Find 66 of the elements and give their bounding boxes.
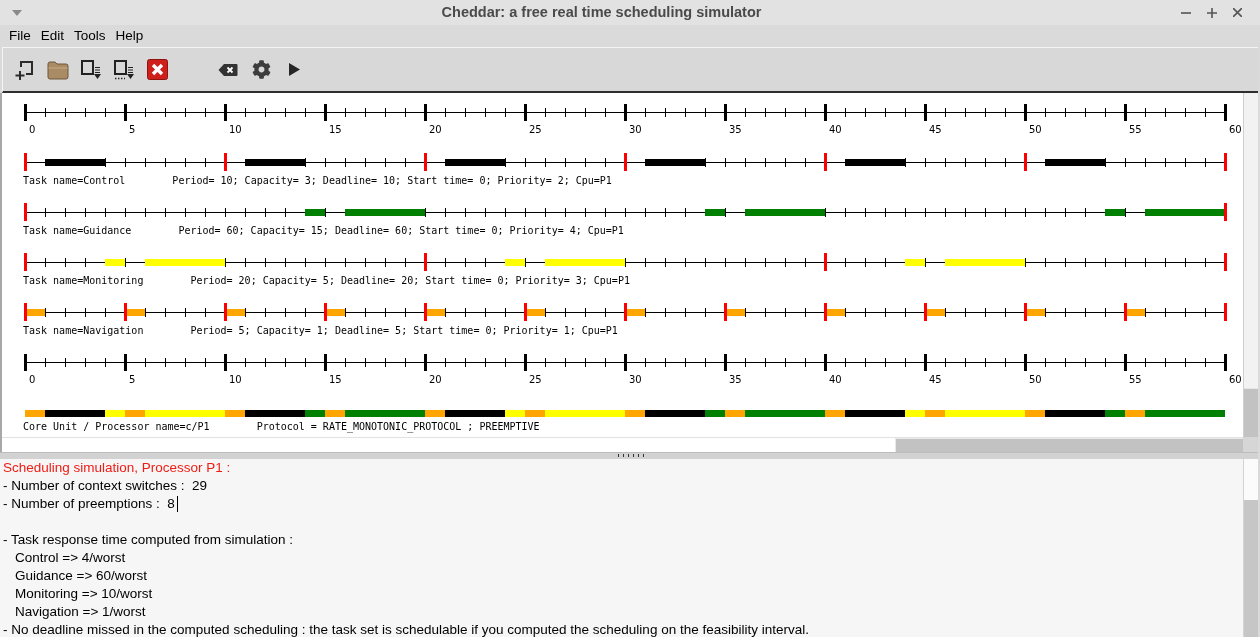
axis-tick-label: 20: [429, 374, 442, 385]
task-name: Task name=Navigation: [23, 325, 144, 337]
play-icon: [288, 63, 300, 76]
axis-tick-label: 5: [129, 374, 136, 385]
axis-tick-label: 25: [529, 374, 542, 385]
task-name: Task name=Guidance: [23, 225, 132, 237]
scrollbar-thumb[interactable]: [1244, 500, 1258, 637]
axis-tick-label: 60: [1229, 374, 1242, 385]
task-parameters: Period= 60; Capacity= 15; Deadline= 60; Start time= 0; Priority= 4; Cpu=P1: [178, 225, 624, 237]
output-text-line: - Number of preemptions : 8: [3, 495, 175, 513]
minimize-icon[interactable]: [1181, 11, 1191, 14]
scrollbar-thumb[interactable]: [1244, 388, 1258, 437]
output-text-line: - No deadline missed in the computed scheduling : the task set is schedulable if you computed the scheduling on the feasibility interval.: [3, 621, 809, 637]
axis-tick-label: 50: [1029, 124, 1042, 135]
axis-tick-label: 15: [329, 124, 342, 135]
axis-tick-label: 25: [529, 124, 542, 135]
menu-item[interactable]: Help: [110, 26, 149, 46]
new-document-icon: [15, 58, 35, 81]
axis-tick-label: 55: [1129, 124, 1142, 135]
menu-item[interactable]: Tools: [69, 26, 111, 46]
task-name: Task name=Monitoring: [23, 275, 144, 287]
axis-tick-label: 45: [929, 374, 942, 385]
task-parameters: Period= 10; Capacity= 3; Deadline= 10; Start time= 0; Priority= 2; Cpu=P1: [172, 175, 612, 187]
axis-tick-label: 30: [629, 374, 642, 385]
menu-item[interactable]: Edit: [35, 26, 70, 46]
axis-tick-label: 10: [229, 374, 242, 385]
box-dotted-arrow-icon: [113, 58, 135, 81]
settings-icon: [251, 60, 271, 79]
axis-tick-label: 45: [929, 124, 942, 135]
processor-name: Core Unit / Processor name=c/P1: [23, 421, 210, 433]
task-name: Task name=Control: [23, 175, 126, 187]
grip-icon: [617, 454, 647, 458]
protocol-label: Protocol = RATE_MONOTONIC_PROTOCOL ; PREEMPTIVE: [256, 421, 540, 433]
output-text-line: Navigation => 1/worst: [15, 603, 146, 621]
axis-tick-label: 40: [829, 124, 842, 135]
close-icon: [146, 59, 168, 80]
window-menu-icon[interactable]: [12, 9, 22, 16]
axis-tick-label: 15: [329, 374, 342, 385]
axis-tick-label: 30: [629, 124, 642, 135]
backspace-icon: [218, 62, 238, 77]
close-icon[interactable]: [1233, 8, 1242, 17]
axis-tick-label: 50: [1029, 374, 1042, 385]
axis-tick-label: 40: [829, 374, 842, 385]
axis-tick-label: 60: [1229, 124, 1242, 135]
folder-icon: [47, 59, 69, 80]
axis-tick-label: 10: [229, 124, 242, 135]
window-title: Cheddar: a free real time scheduling simulator: [441, 2, 762, 22]
axis-tick-label: 35: [729, 124, 742, 135]
axis-tick-label: 55: [1129, 374, 1142, 385]
task-parameters: Period= 20; Capacity= 5; Deadline= 20; Start time= 0; Priority= 3; Cpu=P1: [190, 275, 630, 287]
output-text-line: Guidance => 60/worst: [15, 567, 148, 585]
output-text-line: Control => 4/worst: [15, 549, 126, 567]
maximize-icon[interactable]: [1207, 7, 1217, 18]
axis-tick-label: 5: [129, 124, 136, 135]
scrollbar-thumb[interactable]: [895, 438, 1243, 452]
report-title: Scheduling simulation, Processor P1 :: [3, 459, 231, 477]
axis-tick-label: 0: [29, 374, 36, 385]
menu-item[interactable]: File: [4, 26, 36, 46]
output-text-line: - Number of context switches : 29: [3, 477, 208, 495]
task-parameters: Period= 5; Capacity= 1; Deadline= 5; Start time= 0; Priority= 1; Cpu=P1: [190, 325, 618, 337]
axis-tick-label: 0: [29, 124, 36, 135]
axis-tick-label: 35: [729, 374, 742, 385]
axis-tick-label: 20: [429, 124, 442, 135]
output-text-line: Monitoring => 10/worst: [15, 585, 153, 603]
box-arrow-down-icon: [80, 58, 102, 81]
output-text-line: - Task response time computed from simulation :: [3, 531, 294, 549]
